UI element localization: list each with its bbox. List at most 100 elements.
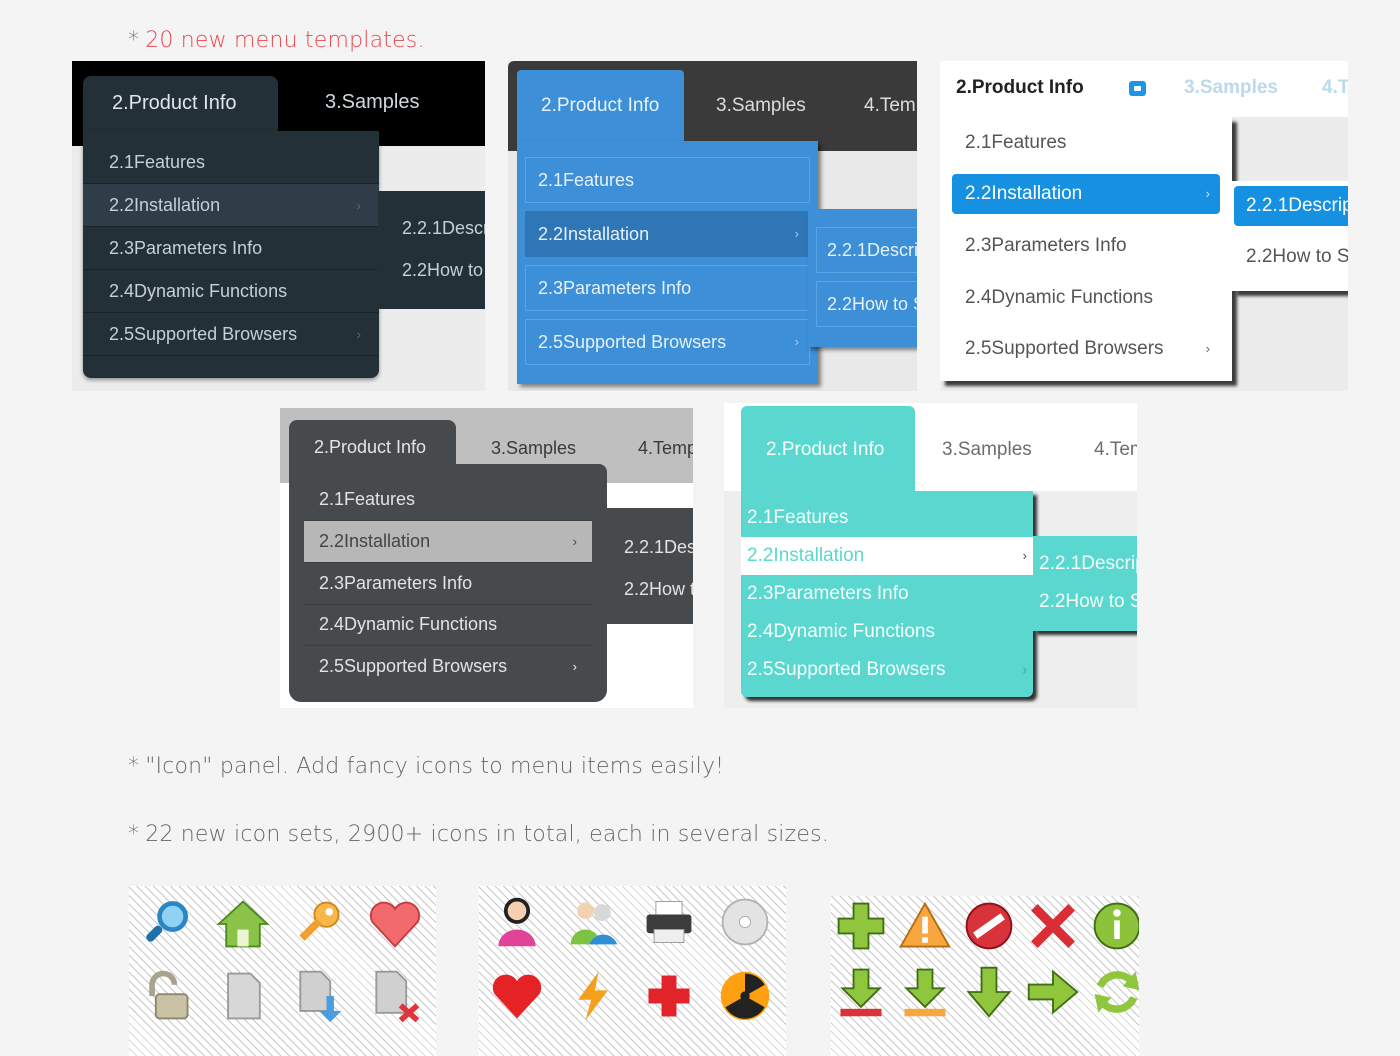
submenu-item-description[interactable]: 2.2.1Description xyxy=(378,207,485,249)
menu-item-label: 2.3Parameters Info xyxy=(319,573,473,593)
menu-item-browsers[interactable]: 2.5Supported Browsers › xyxy=(525,319,810,365)
document-icon xyxy=(213,966,273,1026)
dropdown-menu: 2.1Features 2.2Installation › 2.3Paramete… xyxy=(83,131,379,378)
submenu-item-description[interactable]: 2.2.1Description xyxy=(1033,545,1137,583)
menu-item-parameters[interactable]: 2.3Parameters Info xyxy=(83,227,379,270)
menu-item-dynamic[interactable]: 2.4Dynamic Functions xyxy=(83,270,379,313)
tab-label: 2.Product Info xyxy=(766,439,885,460)
arrow-down-icon xyxy=(959,962,1019,1022)
menu-item-features[interactable]: 2.1Features xyxy=(741,499,1033,537)
menu-item-browsers[interactable]: 2.5Supported Browsers › xyxy=(304,646,592,687)
dropdown-menu: 2.1Features 2.2Installation › 2.3Paramete… xyxy=(940,117,1232,381)
submenu-item-setup[interactable]: 2.2How to Setup xyxy=(816,281,917,327)
menu-item-parameters[interactable]: 2.3Parameters Info xyxy=(304,563,592,605)
tab-samples[interactable]: 3.Samples xyxy=(1184,77,1278,99)
menu-item-parameters[interactable]: 2.3Parameters Info xyxy=(525,265,810,311)
tab-product-info[interactable]: 2.Product Info xyxy=(741,406,915,491)
download-icon xyxy=(831,962,891,1022)
menu-template-white: 2.Product Info 3.Samples 4.Templates 2.1… xyxy=(940,61,1348,391)
submenu-item-description[interactable]: 2.2.1Description xyxy=(607,526,693,568)
disc-icon xyxy=(715,892,775,952)
menu-item-label: 2.4Dynamic Functions xyxy=(965,287,1153,308)
users-group-icon xyxy=(563,892,623,952)
chevron-right-icon: › xyxy=(356,326,361,342)
submenu-item-setup[interactable]: 2.2How to Setup xyxy=(378,249,485,291)
chevron-right-icon: › xyxy=(572,659,577,674)
menu-item-installation[interactable]: 2.2Installation › xyxy=(952,174,1220,214)
menu-item-installation[interactable]: 2.2Installation › xyxy=(304,521,592,563)
menu-item-browsers[interactable]: 2.5Supported Browsers › xyxy=(940,323,1232,375)
icon-sets-note-text: 22 new icon sets, 2900+ icons in total, … xyxy=(145,822,829,847)
chevron-right-icon: › xyxy=(1022,548,1027,563)
icon-set-3-preview xyxy=(831,896,1139,1056)
tab-templates[interactable]: 4.Templates xyxy=(864,95,917,117)
magnifier-icon xyxy=(137,894,197,954)
menu-item-label: 2.4Dynamic Functions xyxy=(109,281,288,301)
tab-label: 2.Product Info xyxy=(112,92,237,114)
tab-samples[interactable]: 3.Samples xyxy=(325,91,420,114)
templates-note: * 20 new menu templates. xyxy=(128,28,425,53)
menu-item-installation[interactable]: 2.2Installation › xyxy=(741,537,1033,575)
add-icon xyxy=(831,896,891,956)
chevron-right-icon: › xyxy=(572,534,577,549)
user-female-icon xyxy=(487,892,547,952)
document-download-icon xyxy=(289,966,349,1026)
menu-item-label: 2.5Supported Browsers xyxy=(965,338,1164,359)
submenu: 2.2.1Description 2.2How to Setup xyxy=(1232,181,1348,291)
bullet: * xyxy=(128,28,140,53)
document-delete-icon xyxy=(365,966,425,1026)
menu-item-browsers[interactable]: 2.5Supported Browsers › xyxy=(83,313,379,356)
menu-item-label: 2.1Features xyxy=(538,170,635,190)
menu-item-label: 2.4Dynamic Functions xyxy=(319,614,498,634)
tab-samples[interactable]: 3.Samples xyxy=(942,439,1032,461)
menu-item-browsers[interactable]: 2.5Supported Browsers › xyxy=(741,651,1033,689)
menu-item-installation[interactable]: 2.2Installation › xyxy=(525,211,810,257)
submenu: 2.2.1Description 2.2How to Setup xyxy=(1033,536,1137,631)
submenu-item-setup[interactable]: 2.2How to Setup xyxy=(1033,583,1137,621)
tab-bar: 2.Product Info 3.Samples 4.Templates xyxy=(508,61,917,151)
tab-label: 2.Product Info xyxy=(314,437,427,457)
menu-item-label: 2.1Features xyxy=(319,489,416,509)
menu-item-features[interactable]: 2.1Features xyxy=(83,141,379,184)
icon-panel-note-text: "Icon" panel. Add fancy icons to menu it… xyxy=(145,754,725,779)
tab-product-info[interactable]: 2.Product Info xyxy=(517,70,684,151)
dropdown-indicator-icon xyxy=(1129,81,1146,96)
printer-icon xyxy=(639,892,699,952)
tab-samples[interactable]: 3.Samples xyxy=(491,438,576,459)
menu-template-teal: 2.Product Info 3.Samples 4.Templates 2.1… xyxy=(724,403,1137,708)
menu-item-label: 2.3Parameters Info xyxy=(109,238,263,258)
menu-item-installation[interactable]: 2.2Installation › xyxy=(83,184,379,227)
chevron-right-icon: › xyxy=(1022,662,1027,677)
tab-product-info[interactable]: 2.Product Info xyxy=(956,77,1084,99)
bullet: * xyxy=(128,822,140,847)
menu-item-parameters[interactable]: 2.3Parameters Info xyxy=(940,220,1232,272)
menu-item-dynamic[interactable]: 2.4Dynamic Functions xyxy=(741,613,1033,651)
submenu-item-description[interactable]: 2.2.1Description xyxy=(1234,186,1348,226)
chevron-right-icon: › xyxy=(1205,341,1210,356)
arrow-right-icon xyxy=(1023,962,1083,1022)
submenu-item-description[interactable]: 2.2.1Description xyxy=(816,227,917,273)
heart-icon xyxy=(487,966,547,1026)
tab-samples[interactable]: 3.Samples xyxy=(716,95,806,117)
menu-item-features[interactable]: 2.1Features xyxy=(940,117,1232,169)
menu-item-dynamic[interactable]: 2.4Dynamic Functions xyxy=(940,272,1232,324)
radiation-icon xyxy=(715,966,775,1026)
menu-template-dark: 2.Product Info 3.Samples 2.1Features 2.2… xyxy=(72,61,485,391)
menu-item-parameters[interactable]: 2.3Parameters Info xyxy=(741,575,1033,613)
menu-item-dynamic[interactable]: 2.4Dynamic Functions xyxy=(304,604,592,646)
unlock-icon xyxy=(137,966,197,1026)
submenu-item-setup[interactable]: 2.2How to Setup xyxy=(607,568,693,610)
menu-item-label: 2.2Installation xyxy=(965,183,1083,204)
templates-note-text: 20 new menu templates. xyxy=(145,28,425,53)
menu-item-features[interactable]: 2.1Features xyxy=(525,157,810,203)
tab-templates[interactable]: 4.Templates xyxy=(1094,439,1137,461)
submenu-item-setup[interactable]: 2.2How to Setup xyxy=(1234,237,1348,277)
menu-item-label: 2.2Installation xyxy=(109,195,221,215)
tab-templates[interactable]: 4.Templates xyxy=(638,438,693,459)
menu-item-label: 2.5Supported Browsers xyxy=(109,324,298,344)
info-icon xyxy=(1087,896,1139,956)
menu-template-gray: 2.Product Info 3.Samples 4.Templates 2.1… xyxy=(280,408,693,708)
menu-item-features[interactable]: 2.1Features xyxy=(304,479,592,521)
tab-label: 2.Product Info xyxy=(541,95,660,116)
tab-templates[interactable]: 4.Templates xyxy=(1322,77,1348,99)
